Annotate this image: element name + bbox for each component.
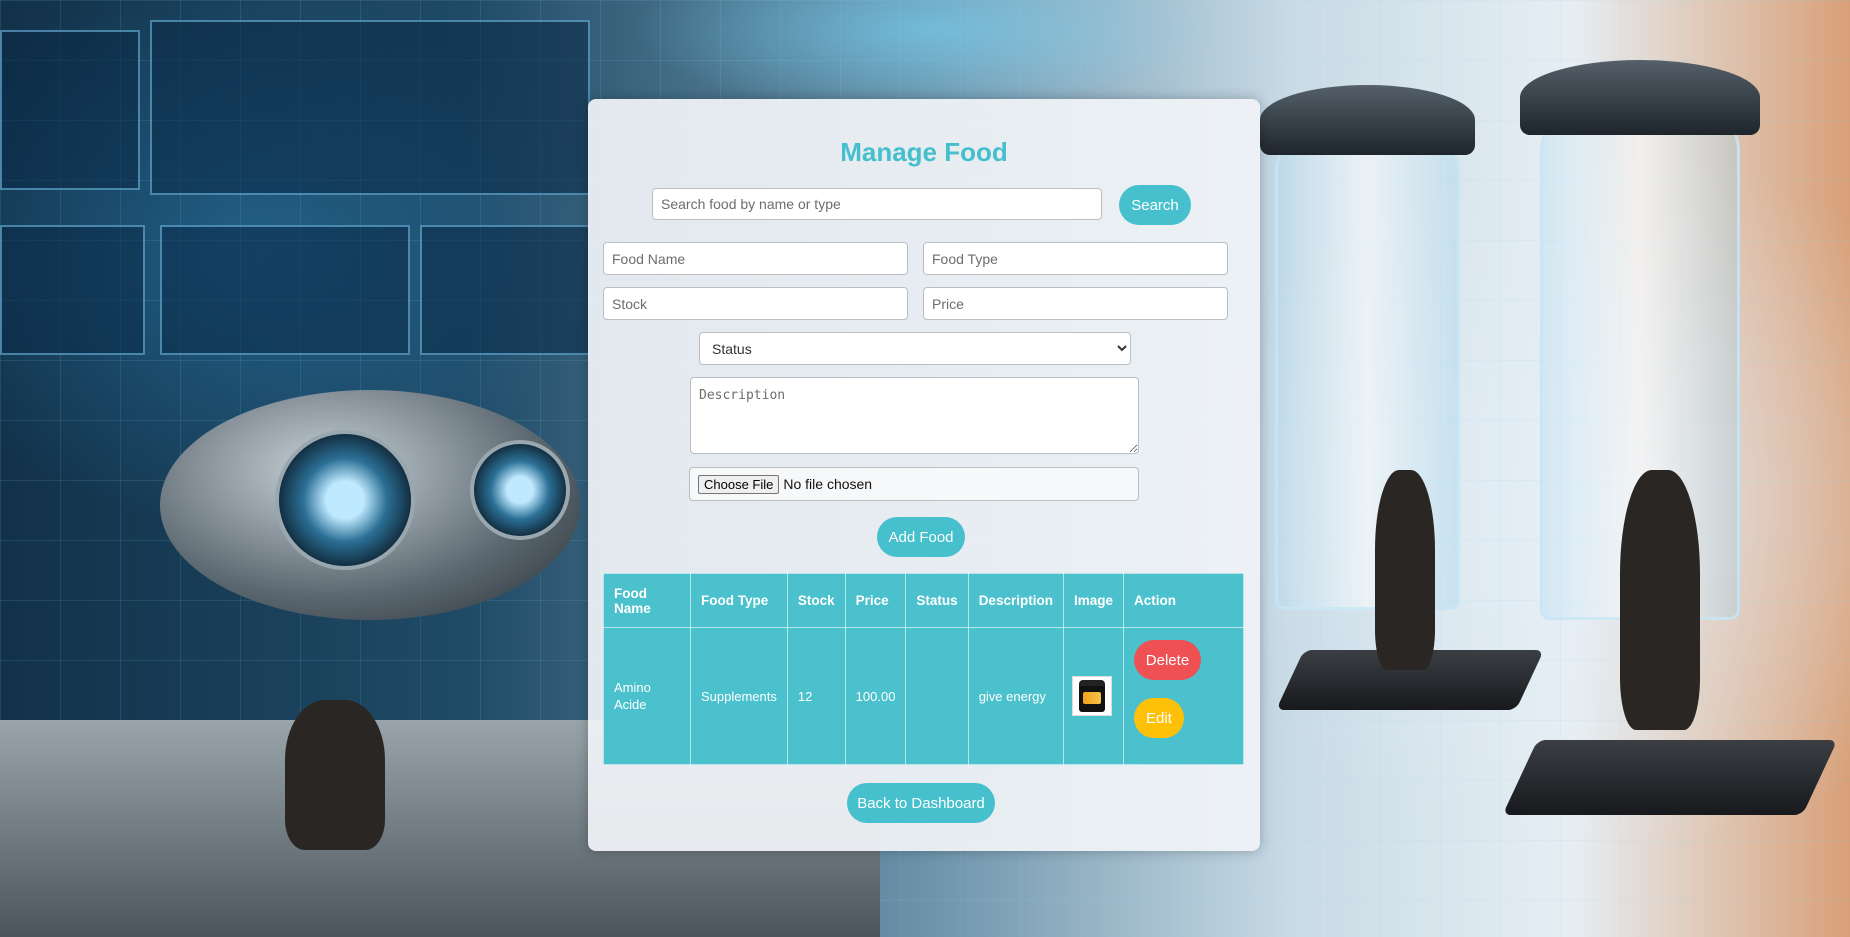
col-food-type: Food Type [690,573,788,628]
food-name-field[interactable] [603,242,908,275]
description-field[interactable] [690,377,1139,454]
bg-monitor-3 [160,225,410,355]
bg-runner-woman [1375,470,1435,670]
col-action: Action [1122,573,1245,628]
choose-file-button[interactable]: Choose File [698,474,780,494]
bg-person-desk [285,700,385,850]
manage-food-card: Manage Food Search Status Choose File No… [588,99,1260,851]
page-title: Manage Food [840,137,1008,167]
bg-robot-eye-right [470,440,570,540]
bg-monitor-5 [420,225,590,355]
cell-stock: 12 [786,627,846,765]
search-input[interactable] [652,188,1102,220]
price-field[interactable] [923,287,1228,320]
search-button[interactable]: Search [1119,185,1191,225]
bg-treadmill-right [1502,740,1838,815]
status-select[interactable]: Status [699,332,1131,365]
table-header-row: Food Name Food Type Stock Price Status D… [603,573,1245,628]
cell-description: give energy [967,627,1064,765]
file-status-text: No file chosen [783,476,873,492]
supplement-jar-icon [1078,680,1105,712]
cell-action: Delete Edit [1122,627,1245,765]
col-status: Status [905,573,969,628]
cell-image [1062,627,1124,765]
bg-monitor-2 [0,30,140,190]
col-price: Price [844,573,907,628]
bg-tube-cap-right [1520,60,1760,135]
col-image: Image [1062,573,1124,628]
table-row: Amino Acide Supplements 12 100.00 give e… [603,627,1245,765]
bg-robot-eye-left [275,430,415,570]
cell-food-type: Supplements [690,627,788,765]
bg-monitor-1 [150,20,590,195]
food-image-thumbnail[interactable] [1071,676,1112,716]
edit-button[interactable]: Edit [1133,698,1184,738]
food-table: Food Name Food Type Stock Price Status D… [603,573,1245,765]
bg-tube-cap-left [1260,85,1475,155]
cell-price: 100.00 [844,627,907,765]
bg-monitor-4 [0,225,145,355]
stock-field[interactable] [603,287,908,320]
delete-button[interactable]: Delete [1133,640,1201,680]
col-food-name: Food Name [603,573,691,628]
cell-status [905,627,969,765]
bg-runner-man [1620,470,1700,730]
add-food-button[interactable]: Add Food [877,517,965,557]
col-description: Description [967,573,1064,628]
food-type-field[interactable] [923,242,1228,275]
col-stock: Stock [786,573,846,628]
back-to-dashboard-button[interactable]: Back to Dashboard [847,783,995,823]
cell-food-name: Amino Acide [603,627,691,765]
file-upload: Choose File No file chosen [689,467,1139,501]
